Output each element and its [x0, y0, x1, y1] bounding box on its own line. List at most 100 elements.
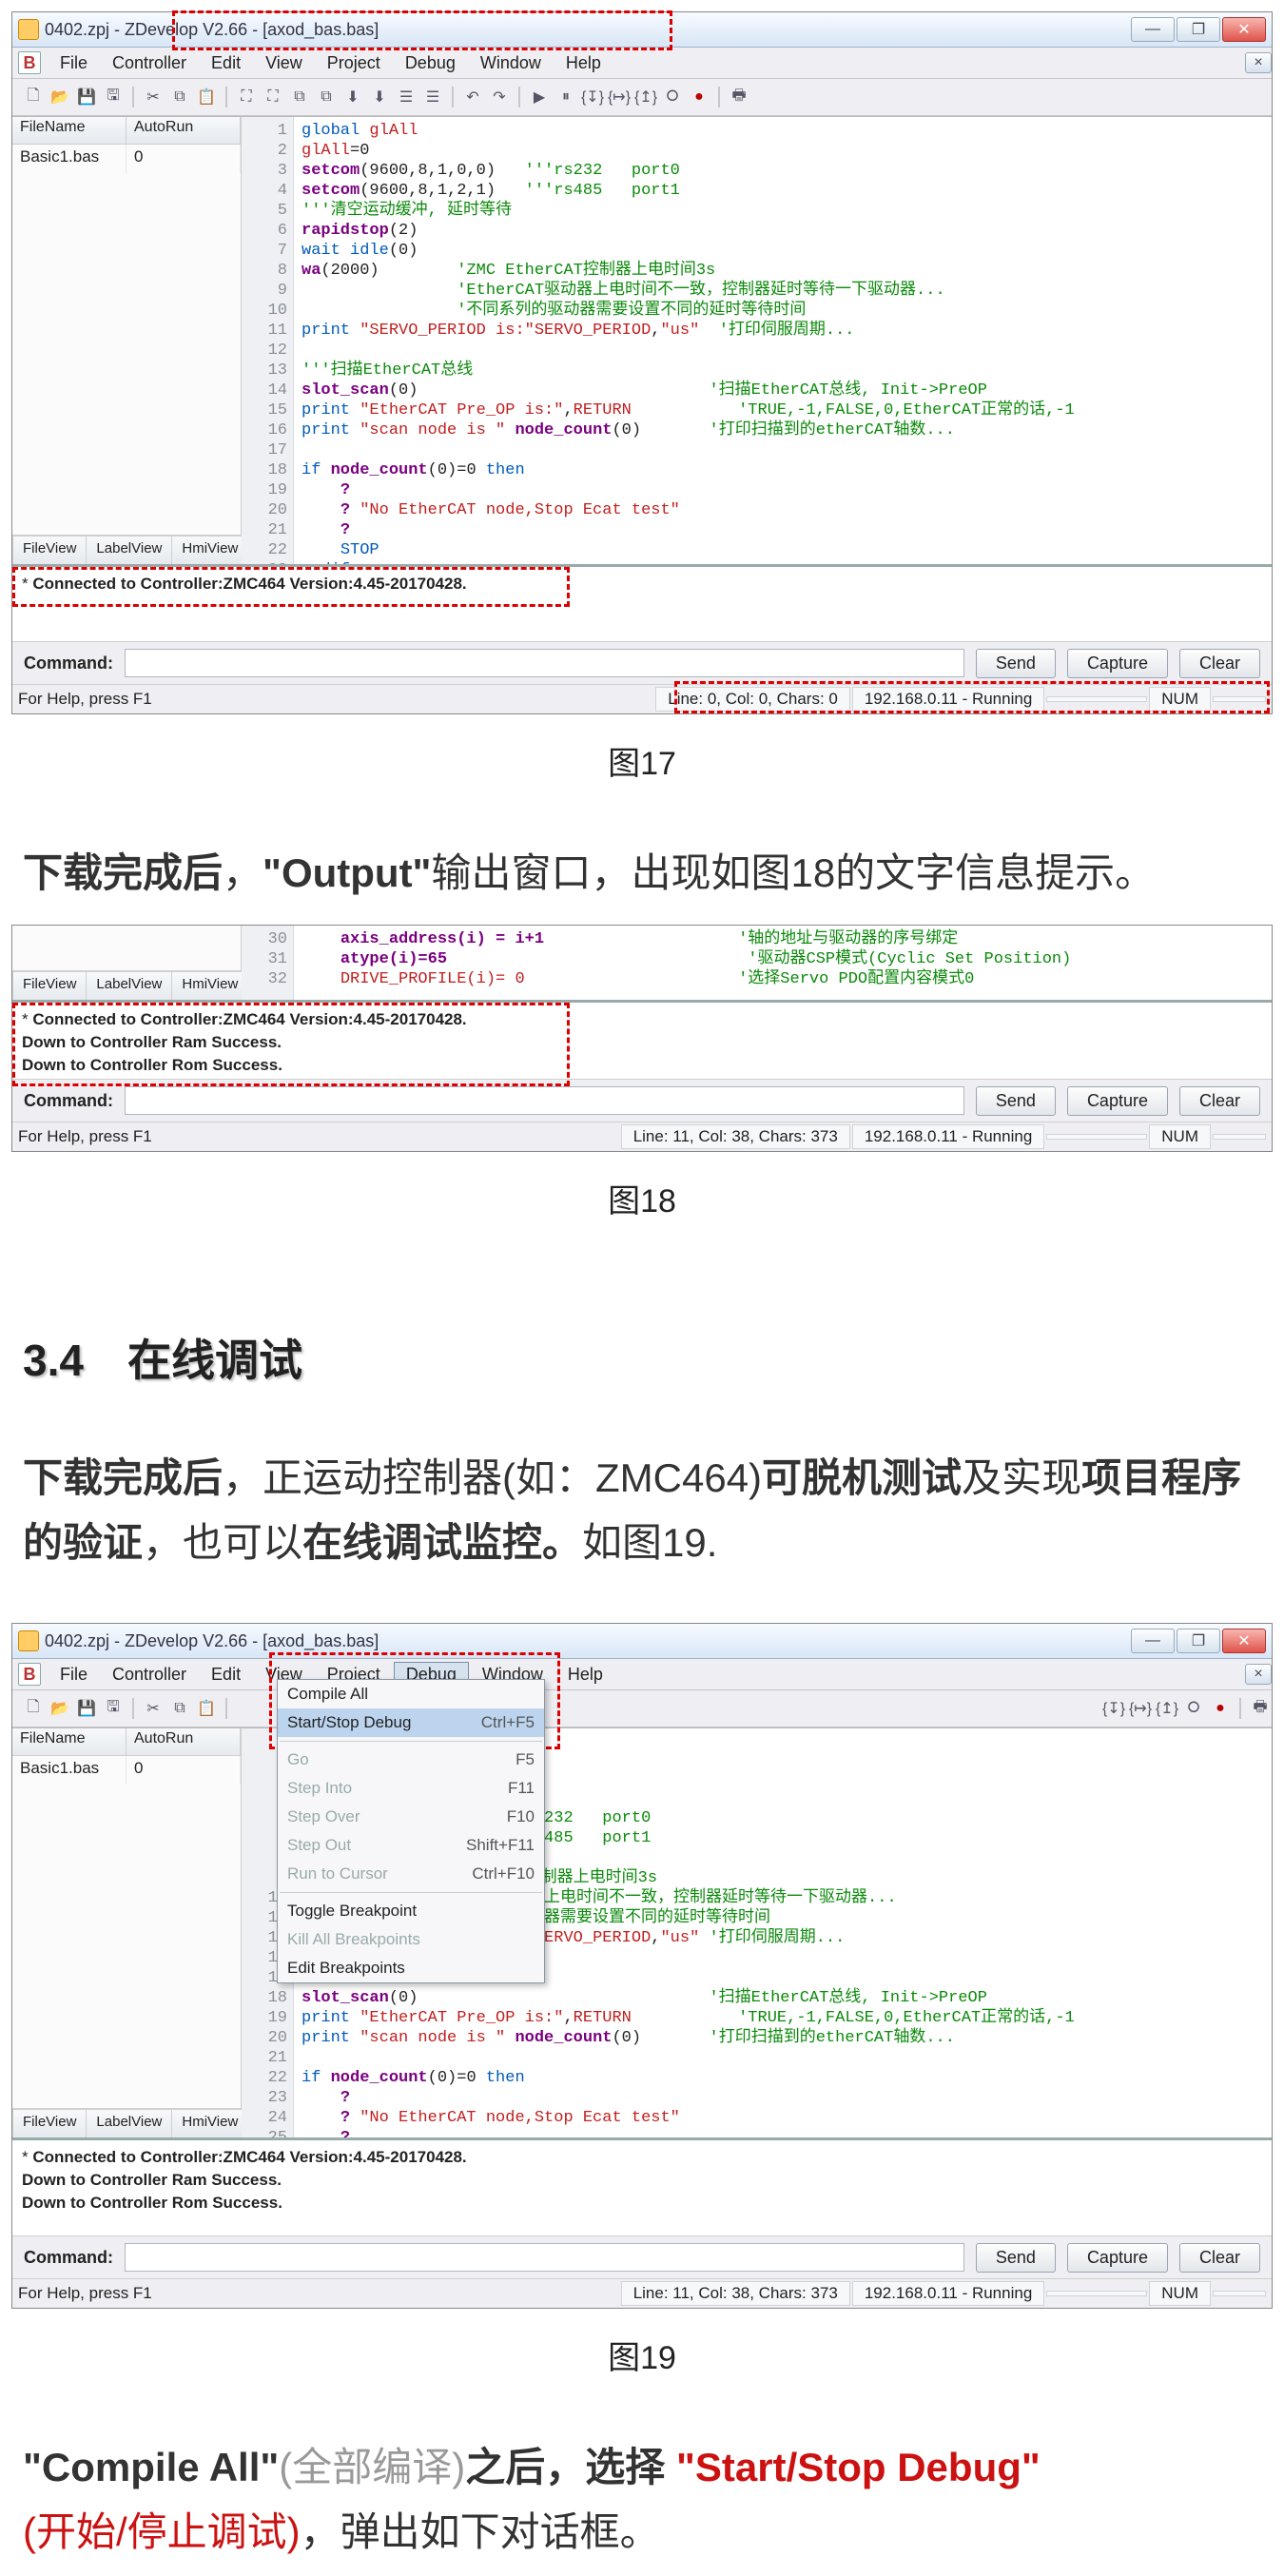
output-line: * Connected to Controller:ZMC464 Version… — [22, 2146, 1262, 2169]
run-icon[interactable]: ▶ — [528, 86, 551, 108]
copy-icon[interactable]: ⧉ — [168, 86, 191, 108]
tab-labelview[interactable]: LabelView — [86, 536, 172, 564]
step-icon[interactable]: {↧} — [1102, 1697, 1125, 1720]
menu-help[interactable]: Help — [554, 51, 613, 75]
tool-icon[interactable]: ☰ — [421, 86, 444, 108]
open-icon[interactable]: 📂 — [49, 1697, 71, 1720]
mdi-close-button[interactable]: × — [1245, 1664, 1272, 1685]
menu-step-over[interactable]: Step OverF10 — [278, 1803, 544, 1831]
clear-button[interactable]: Clear — [1179, 649, 1260, 678]
menu-project[interactable]: Project — [316, 51, 392, 75]
tool-icon[interactable]: ⛶ — [235, 86, 258, 108]
step-out-icon[interactable]: {↥} — [634, 86, 657, 108]
menu-edit-bp[interactable]: Edit Breakpoints — [278, 1954, 544, 1982]
capture-button[interactable]: Capture — [1067, 2243, 1168, 2273]
save-all-icon[interactable]: 🖫 — [102, 86, 125, 108]
pause-icon[interactable]: ⏸ — [554, 86, 577, 108]
tab-hmiview[interactable]: HmiView — [171, 971, 248, 1000]
status-ip: 192.168.0.11 - Running — [852, 1124, 1044, 1149]
toolbar: 🗋 📂 💾 🖫 ✂ ⧉ 📋 ⛶ ⛶ ⧉ ⧉ ⬇ ⬇ ☰ ☰ ↶ ↷ ▶ ⏸ {↧… — [12, 79, 1272, 116]
code-editor[interactable]: 1 2 3 4 5 6 7 8 9 10 11 12 13 14 15 16 1… — [242, 117, 1272, 564]
redo-icon[interactable]: ↷ — [488, 86, 511, 108]
col-filename: FileName — [12, 1728, 126, 1755]
save-icon[interactable]: 💾 — [75, 1697, 98, 1720]
tool-icon[interactable]: ☰ — [395, 86, 418, 108]
file-row[interactable]: Basic1.bas0 — [12, 1756, 241, 1785]
menu-view[interactable]: View — [254, 51, 314, 75]
minimize-button[interactable]: — — [1131, 17, 1175, 42]
tool-icon[interactable]: ⧉ — [315, 86, 338, 108]
mdi-close-button[interactable]: × — [1245, 52, 1272, 73]
close-button[interactable]: ✕ — [1222, 1629, 1266, 1653]
step-icon[interactable]: {↥} — [1156, 1697, 1178, 1720]
menu-window[interactable]: Window — [469, 51, 553, 75]
close-button[interactable]: ✕ — [1222, 17, 1266, 42]
menu-controller[interactable]: Controller — [101, 1663, 198, 1687]
tab-hmiview[interactable]: HmiView — [171, 2109, 248, 2137]
new-icon[interactable]: 🗋 — [22, 86, 45, 108]
cut-icon[interactable]: ✂ — [142, 1697, 165, 1720]
save-all-icon[interactable]: 🖫 — [102, 1697, 125, 1720]
file-row[interactable]: Basic1.bas0 — [12, 145, 241, 173]
cut-icon[interactable]: ✂ — [142, 86, 165, 108]
clear-button[interactable]: Clear — [1179, 1086, 1260, 1116]
menu-help[interactable]: Help — [556, 1663, 614, 1687]
menu-edit[interactable]: Edit — [200, 1663, 252, 1687]
open-icon[interactable]: 📂 — [49, 86, 71, 108]
menu-toggle-bp[interactable]: Toggle Breakpoint — [278, 1897, 544, 1925]
save-icon[interactable]: 💾 — [75, 86, 98, 108]
tab-hmiview[interactable]: HmiView — [171, 536, 248, 564]
record-icon[interactable]: ● — [688, 86, 710, 108]
tab-labelview[interactable]: LabelView — [86, 971, 172, 1000]
copy-icon[interactable]: ⧉ — [168, 1697, 191, 1720]
print-icon[interactable]: 🖶 — [728, 86, 750, 108]
paste-icon[interactable]: 📋 — [195, 1697, 218, 1720]
undo-icon[interactable]: ↶ — [461, 86, 484, 108]
send-button[interactable]: Send — [976, 649, 1056, 678]
menu-controller[interactable]: Controller — [101, 51, 198, 75]
paste-icon[interactable]: 📋 — [195, 86, 218, 108]
tool-icon[interactable]: ⛶ — [262, 86, 284, 108]
menu-start-stop-debug[interactable]: Start/Stop DebugCtrl+F5 — [278, 1708, 544, 1737]
menu-compile-all[interactable]: Compile All — [278, 1680, 544, 1708]
download-icon[interactable]: ⬇ — [341, 86, 364, 108]
menu-go[interactable]: GoF5 — [278, 1746, 544, 1774]
command-label: Command: — [24, 2248, 113, 2268]
command-input[interactable] — [125, 2243, 964, 2272]
menu-kill-bp[interactable]: Kill All Breakpoints — [278, 1925, 544, 1954]
tab-fileview[interactable]: FileView — [12, 536, 87, 564]
capture-button[interactable]: Capture — [1067, 649, 1168, 678]
menu-file[interactable]: File — [49, 1663, 99, 1687]
menu-step-into[interactable]: Step IntoF11 — [278, 1774, 544, 1803]
maximize-button[interactable]: ❐ — [1177, 17, 1220, 42]
code-area[interactable]: global glAll glAll=0 setcom(9600,8,1,0,0… — [294, 117, 1272, 564]
send-button[interactable]: Send — [976, 2243, 1056, 2273]
record-icon[interactable]: ● — [1209, 1697, 1232, 1720]
send-button[interactable]: Send — [976, 1086, 1056, 1116]
capture-button[interactable]: Capture — [1067, 1086, 1168, 1116]
breakpoint-icon[interactable]: ⭘ — [661, 86, 684, 108]
tool-icon[interactable]: ⧉ — [288, 86, 311, 108]
download-icon[interactable]: ⬇ — [368, 86, 391, 108]
command-input[interactable] — [125, 1086, 964, 1115]
tab-fileview[interactable]: FileView — [12, 971, 87, 1000]
menu-run-to-cursor[interactable]: Run to CursorCtrl+F10 — [278, 1860, 544, 1888]
clear-button[interactable]: Clear — [1179, 2243, 1260, 2273]
menu-file[interactable]: File — [49, 51, 99, 75]
menu-step-out[interactable]: Step OutShift+F11 — [278, 1831, 544, 1860]
step-into-icon[interactable]: {↧} — [581, 86, 604, 108]
menu-edit[interactable]: Edit — [200, 51, 252, 75]
minimize-button[interactable]: — — [1131, 1629, 1175, 1653]
tab-fileview[interactable]: FileView — [12, 2109, 87, 2137]
step-icon[interactable]: {↦} — [1129, 1697, 1152, 1720]
code-area[interactable]: axis_address(i) = i+1 '轴的地址与驱动器的序号绑定 aty… — [294, 926, 1272, 1000]
menu-debug[interactable]: Debug — [394, 51, 467, 75]
command-label: Command: — [24, 654, 113, 673]
step-over-icon[interactable]: {↦} — [608, 86, 631, 108]
maximize-button[interactable]: ❐ — [1177, 1629, 1220, 1653]
print-icon[interactable]: 🖶 — [1249, 1697, 1272, 1720]
new-icon[interactable]: 🗋 — [22, 1697, 45, 1720]
breakpoint-icon[interactable]: ⭘ — [1182, 1697, 1205, 1720]
command-input[interactable] — [125, 649, 964, 677]
tab-labelview[interactable]: LabelView — [86, 2109, 172, 2137]
